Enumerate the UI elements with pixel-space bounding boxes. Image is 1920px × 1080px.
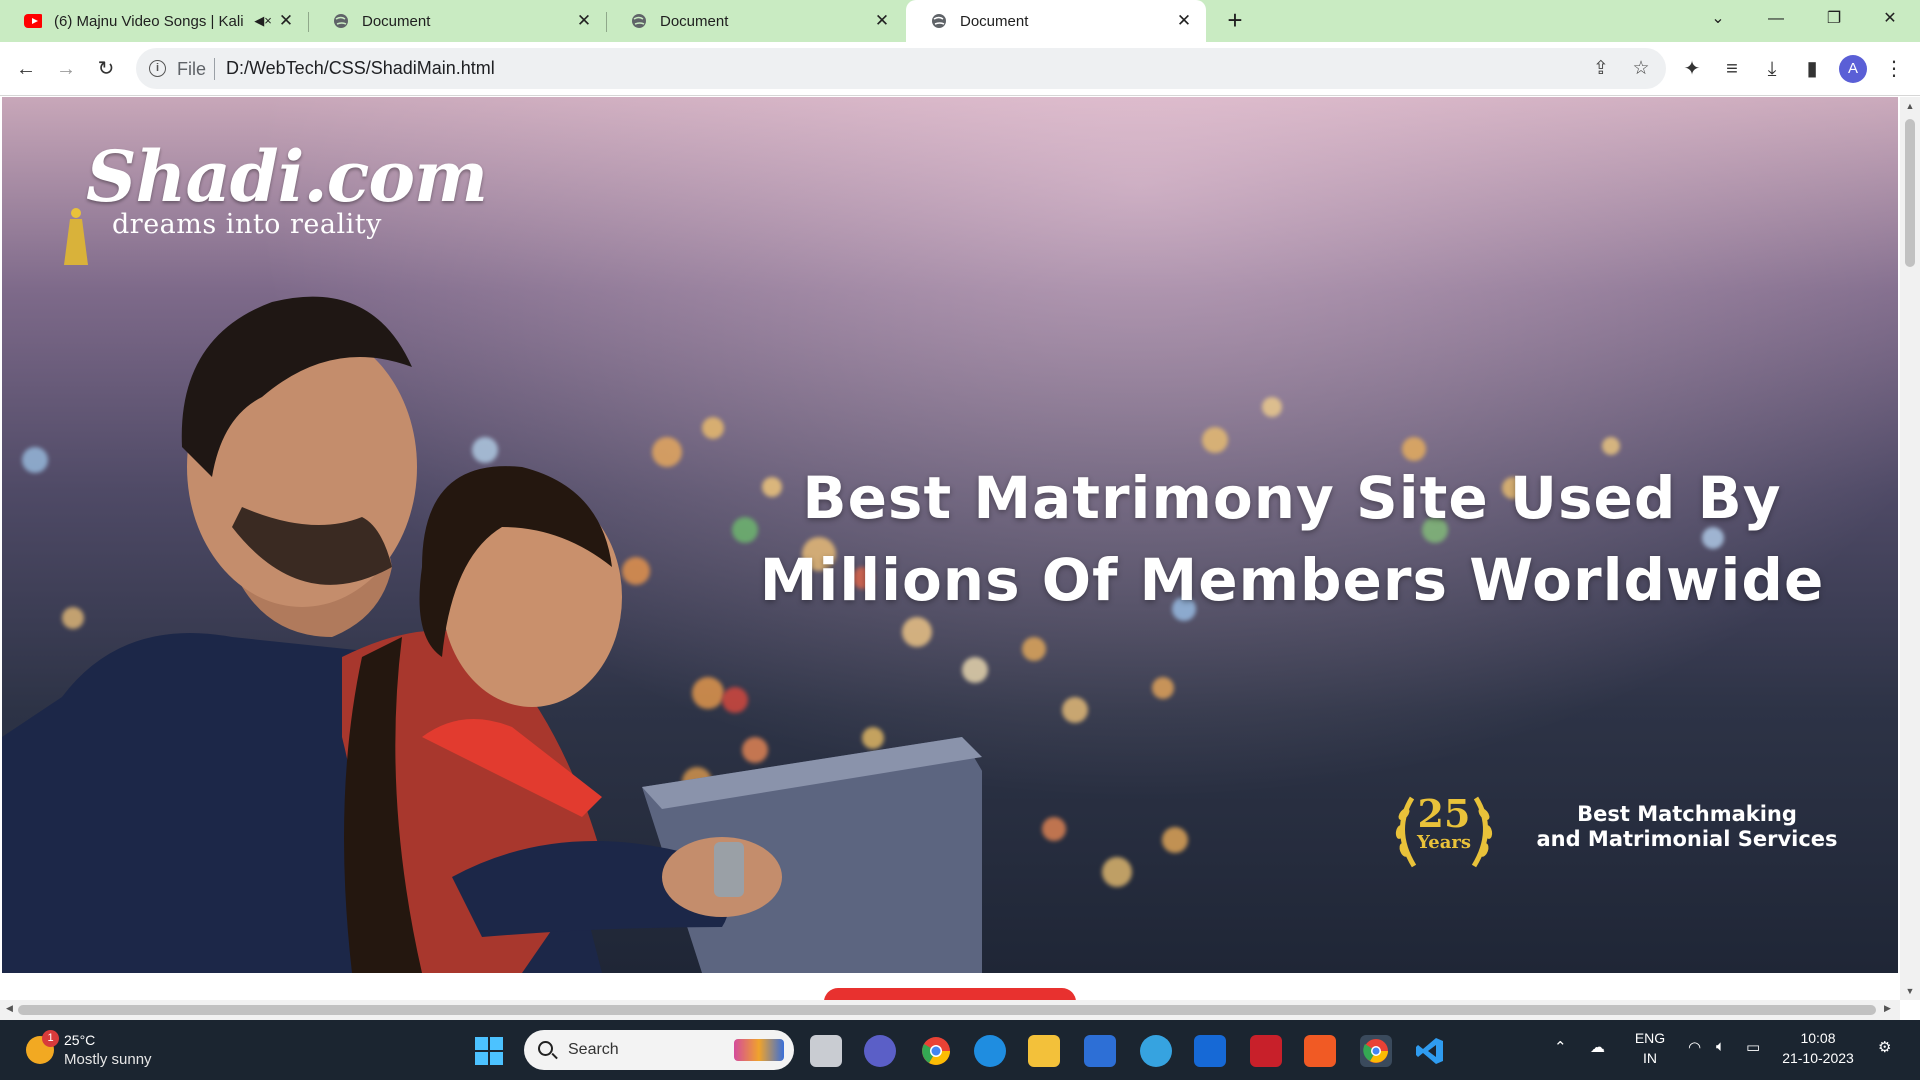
vscode-icon[interactable]: [1414, 1035, 1446, 1067]
scrollbar-thumb[interactable]: [1905, 119, 1915, 267]
scroll-up-arrow-icon[interactable]: ▲: [1900, 101, 1920, 111]
red-action-button[interactable]: [824, 988, 1076, 1000]
task-view-icon[interactable]: [810, 1035, 842, 1067]
browser-toolbar: ← → ↻ i File D:/WebTech/CSS/ShadiMain.ht…: [0, 42, 1920, 96]
show-hidden-icons-chevron-icon[interactable]: ⌃: [1554, 1038, 1567, 1056]
close-tab-icon[interactable]: ✕: [274, 11, 298, 31]
tab-title: (6) Majnu Video Songs | Kali: [54, 12, 244, 30]
battery-icon[interactable]: ▭: [1746, 1038, 1760, 1056]
new-tab-button[interactable]: +: [1220, 6, 1250, 36]
restore-button[interactable]: ❐: [1806, 0, 1862, 38]
share-icon[interactable]: ⇪: [1588, 56, 1614, 82]
notifications-icon[interactable]: ⚙: [1878, 1038, 1891, 1056]
horizontal-scrollbar[interactable]: ◀ ▶: [0, 1000, 1900, 1020]
shadi-logo[interactable]: Shadi.com dreams into reality: [58, 135, 488, 265]
weather-condition: Mostly sunny: [64, 1051, 152, 1068]
anniversary-badge: 25 Years: [1384, 780, 1504, 880]
badge-number: 25: [1417, 791, 1471, 836]
youtube-icon: [24, 12, 42, 30]
close-window-button[interactable]: ✕: [1862, 0, 1918, 38]
browser-tab-strip: (6) Majnu Video Songs | Kali ◀× ✕ Docume…: [0, 0, 1920, 42]
scroll-down-arrow-icon[interactable]: ▼: [1900, 986, 1920, 996]
close-tab-icon[interactable]: ✕: [1172, 11, 1196, 31]
address-bar[interactable]: i File D:/WebTech/CSS/ShadiMain.html ⇪ ☆: [136, 48, 1666, 89]
microsoft-store-icon[interactable]: [1084, 1035, 1116, 1067]
wifi-icon[interactable]: ◠: [1688, 1038, 1701, 1056]
file-explorer-icon[interactable]: [1028, 1035, 1060, 1067]
slogan-line-1: Best Matchmaking: [1577, 802, 1797, 826]
myhp-icon[interactable]: [1194, 1035, 1226, 1067]
media-controls-icon[interactable]: ≡: [1718, 55, 1746, 83]
slogan-line-2: and Matrimonial Services: [1536, 827, 1838, 851]
windows-start-icon[interactable]: [473, 1035, 505, 1067]
menu-kebab-icon[interactable]: ⋮: [1880, 55, 1908, 83]
taskbar: 1 25°C Mostly sunny Search ⌃ ☁ ENG IN ◠ …: [0, 1020, 1920, 1080]
hero-banner: Shadi.com dreams into reality Best Matri…: [2, 97, 1898, 973]
taskbar-search[interactable]: Search: [524, 1030, 794, 1070]
tab-document-2[interactable]: Document ✕: [606, 0, 904, 42]
tab-document-active[interactable]: Document ✕: [906, 0, 1206, 42]
bookmark-star-icon[interactable]: ☆: [1628, 56, 1654, 82]
scrollbar-thumb[interactable]: [18, 1005, 1876, 1015]
speaker-muted-icon[interactable]: ◀×: [252, 13, 274, 29]
logo-brand: Shadi.com: [86, 135, 488, 218]
search-icon: [538, 1041, 553, 1056]
scheme-label: File: [177, 59, 207, 79]
weather-widget[interactable]: 1 25°C Mostly sunny: [26, 1030, 206, 1074]
download-icon[interactable]: ⤓: [1758, 55, 1786, 83]
forward-button[interactable]: →: [52, 55, 80, 83]
globe-icon: [930, 12, 948, 30]
minimize-button[interactable]: —: [1748, 0, 1804, 38]
globe-icon: [630, 12, 648, 30]
tab-document-1[interactable]: Document ✕: [308, 0, 606, 42]
language-indicator[interactable]: ENG IN: [1630, 1028, 1670, 1068]
clock-date: 21-10-2023: [1782, 1050, 1854, 1066]
edge-icon[interactable]: [974, 1035, 1006, 1067]
headline-line-1: Best Matrimony Site Used By: [802, 464, 1782, 532]
tab-title: Document: [362, 12, 431, 30]
profile-avatar[interactable]: A: [1839, 55, 1867, 83]
clock-time: 10:08: [1800, 1030, 1836, 1046]
close-tab-icon[interactable]: ✕: [572, 11, 596, 31]
side-panel-icon[interactable]: ▮: [1798, 55, 1826, 83]
badge-label: Years: [1416, 832, 1472, 853]
headline-line-2: Millions Of Members Worldwide: [759, 546, 1825, 614]
hero-headline: Best Matrimony Site Used By Millions Of …: [702, 457, 1882, 621]
reload-button[interactable]: ↻: [92, 55, 120, 83]
hero-slogan: Best Matchmaking and Matrimonial Service…: [1512, 802, 1862, 852]
globe-icon: [332, 12, 350, 30]
mcafee-icon[interactable]: [1250, 1035, 1282, 1067]
chrome-profile-icon[interactable]: [1360, 1035, 1392, 1067]
vertical-scrollbar[interactable]: ▲ ▼: [1900, 97, 1920, 1000]
region-code: IN: [1643, 1050, 1657, 1066]
volume-icon[interactable]: 🔈︎: [1716, 1038, 1725, 1055]
scroll-left-arrow-icon[interactable]: ◀: [6, 1003, 13, 1014]
extensions-puzzle-icon[interactable]: ✦: [1678, 55, 1706, 83]
back-button[interactable]: ←: [12, 55, 40, 83]
onedrive-cloud-icon[interactable]: ☁: [1590, 1038, 1605, 1056]
page-viewport: Shadi.com dreams into reality Best Matri…: [0, 97, 1900, 1000]
close-tab-icon[interactable]: ✕: [870, 11, 894, 31]
weather-temp: 25°C: [64, 1032, 96, 1048]
system-clock[interactable]: 10:08 21-10-2023: [1782, 1028, 1854, 1068]
search-highlight-icon: [734, 1039, 784, 1061]
address-divider: [214, 58, 215, 80]
tab-title: Document: [660, 12, 729, 30]
help-icon[interactable]: [1140, 1035, 1172, 1067]
brave-icon[interactable]: [1304, 1035, 1336, 1067]
tab-youtube[interactable]: (6) Majnu Video Songs | Kali ◀× ✕: [0, 0, 308, 42]
site-info-icon[interactable]: i: [149, 60, 166, 77]
tab-search-chevron-icon[interactable]: ⌄: [1690, 0, 1746, 38]
scroll-right-arrow-icon[interactable]: ▶: [1884, 1003, 1891, 1014]
weather-alert-badge: 1: [42, 1030, 59, 1047]
chrome-icon[interactable]: [920, 1035, 952, 1067]
url-text[interactable]: D:/WebTech/CSS/ShadiMain.html: [226, 58, 495, 79]
tab-title: Document: [960, 12, 1029, 30]
language-code: ENG: [1634, 1030, 1666, 1046]
search-label: Search: [568, 1041, 619, 1058]
logo-tagline: dreams into reality: [112, 209, 382, 240]
chat-icon[interactable]: [864, 1035, 896, 1067]
